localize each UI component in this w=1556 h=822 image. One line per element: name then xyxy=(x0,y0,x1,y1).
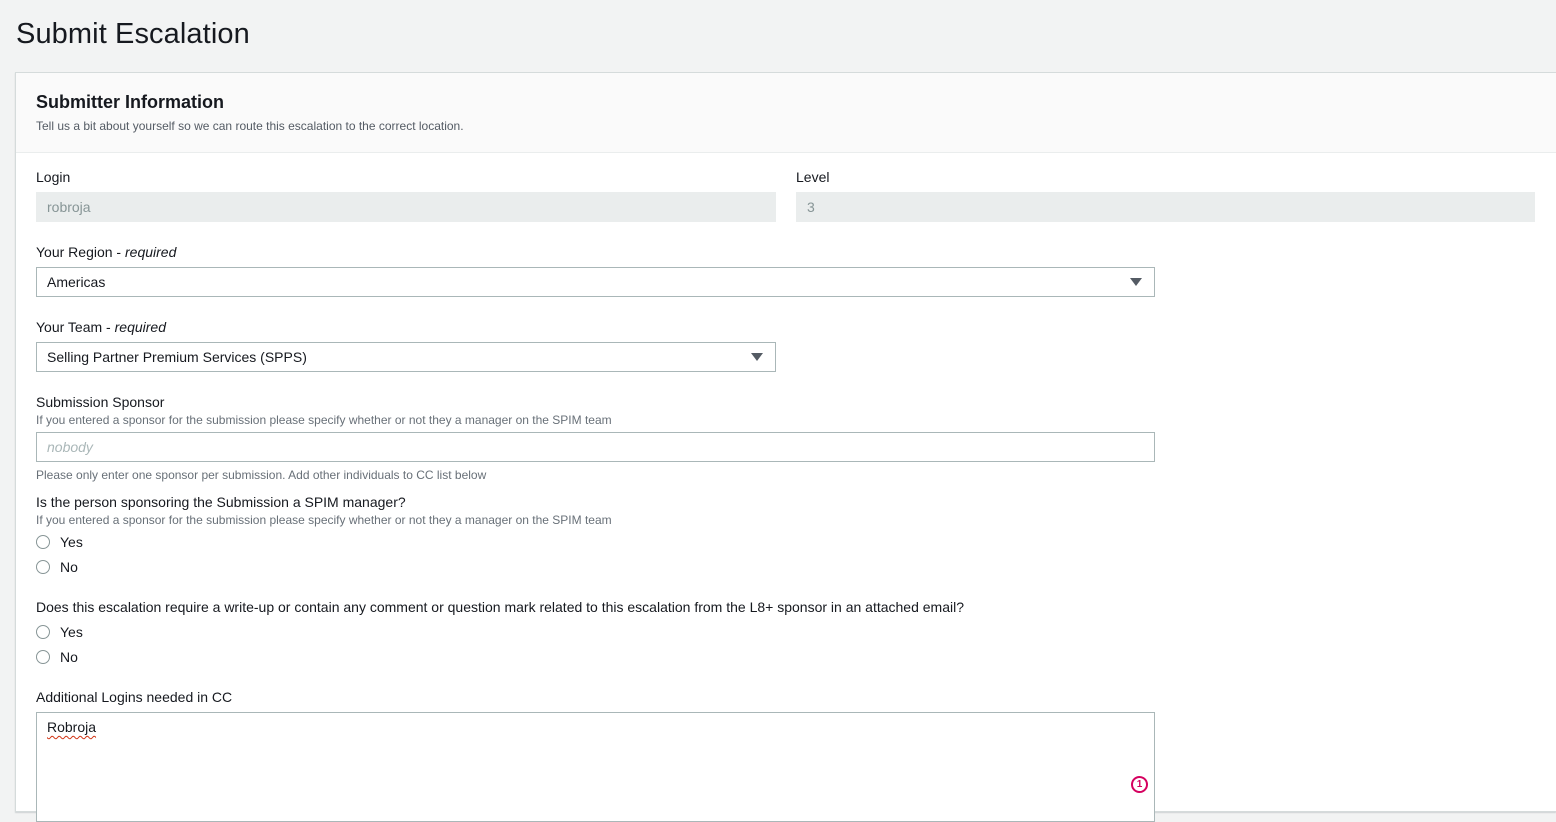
spim-manager-hint: If you entered a sponsor for the submiss… xyxy=(36,513,612,527)
region-label: Your Region - required xyxy=(36,244,177,260)
team-required-tag: required xyxy=(114,319,166,335)
page-title: Submit Escalation xyxy=(16,18,250,50)
cc-logins-textarea[interactable]: Robroja 1 xyxy=(36,712,1155,822)
team-selected-value: Selling Partner Premium Services (SPPS) xyxy=(47,349,307,365)
team-label-text: Your Team xyxy=(36,319,103,335)
level-label: Level xyxy=(796,169,830,185)
caret-down-icon xyxy=(751,353,763,361)
writeup-question: Does this escalation require a write-up … xyxy=(36,599,964,615)
section-title: Submitter Information xyxy=(36,92,224,112)
sponsor-placeholder: nobody xyxy=(47,439,93,455)
radio-circle-icon[interactable] xyxy=(36,650,50,664)
cc-logins-value: Robroja xyxy=(47,719,97,735)
sponsor-footer-hint: Please only enter one sponsor per submis… xyxy=(36,468,487,482)
radio-label: Yes xyxy=(60,624,83,640)
radio-circle-icon[interactable] xyxy=(36,560,50,574)
login-field: robroja xyxy=(36,192,776,222)
section-description: Tell us a bit about yourself so we can r… xyxy=(36,119,464,133)
spim-manager-yes-option[interactable]: Yes xyxy=(36,534,83,550)
radio-label: Yes xyxy=(60,534,83,550)
sponsor-input[interactable]: nobody xyxy=(36,432,1155,462)
radio-label: No xyxy=(60,559,78,575)
radio-circle-icon[interactable] xyxy=(36,625,50,639)
region-required-tag: required xyxy=(125,244,177,260)
cc-logins-label: Additional Logins needed in CC xyxy=(36,689,233,705)
team-label: Your Team - required xyxy=(36,319,166,335)
sponsor-hint: If you entered a sponsor for the submiss… xyxy=(36,413,612,427)
radio-circle-icon[interactable] xyxy=(36,535,50,549)
team-select[interactable]: Selling Partner Premium Services (SPPS) xyxy=(36,342,776,372)
writeup-yes-option[interactable]: Yes xyxy=(36,624,83,640)
grammar-alert-icon[interactable]: 1 xyxy=(1131,776,1148,793)
panel-header: Submitter Information Tell us a bit abou… xyxy=(16,73,1556,153)
caret-down-icon xyxy=(1130,278,1142,286)
level-field: 3 xyxy=(796,192,1535,222)
radio-label: No xyxy=(60,649,78,665)
login-label: Login xyxy=(36,169,71,185)
spim-manager-question: Is the person sponsoring the Submission … xyxy=(36,494,406,510)
region-select[interactable]: Americas xyxy=(36,267,1155,297)
spim-manager-no-option[interactable]: No xyxy=(36,559,78,575)
region-label-text: Your Region xyxy=(36,244,113,260)
writeup-no-option[interactable]: No xyxy=(36,649,78,665)
sponsor-label: Submission Sponsor xyxy=(36,394,165,410)
region-selected-value: Americas xyxy=(47,274,106,290)
